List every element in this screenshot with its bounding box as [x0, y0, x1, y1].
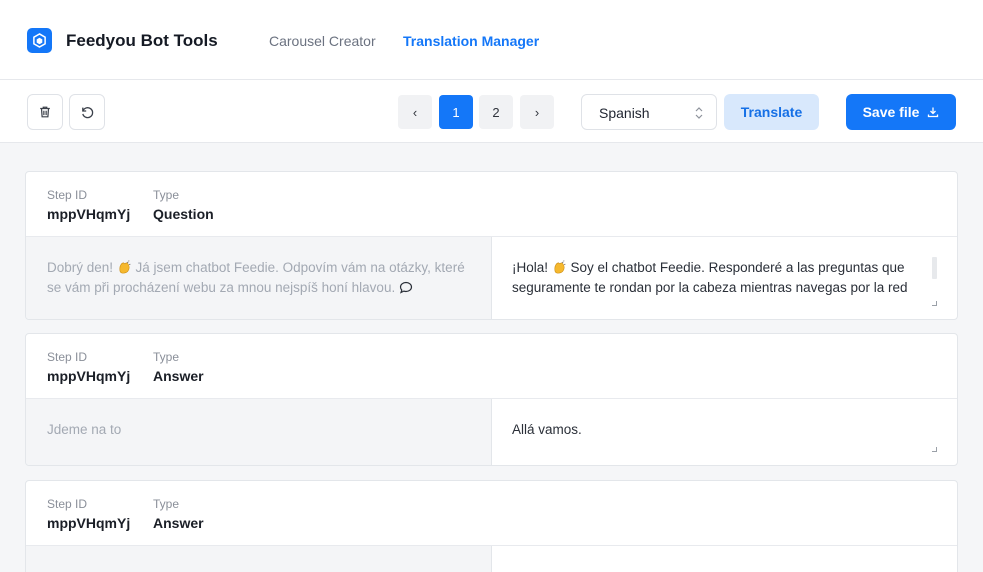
- translation-text-part: Soy el chatbot Feedie. Responderé a las …: [512, 260, 908, 295]
- language-select-value: Spanish: [599, 105, 650, 121]
- type-label: Type: [153, 188, 180, 202]
- step-body: [26, 546, 957, 572]
- step-body: Dobrý den! Já jsem chatbot Feedie. Odpov…: [26, 237, 957, 319]
- nav-translation-manager[interactable]: Translation Manager: [403, 33, 539, 49]
- undo-icon: [81, 106, 93, 118]
- download-icon: [928, 107, 939, 118]
- step-card: Step ID mppVHqmYj Type Answer: [25, 480, 958, 572]
- prev-page-button[interactable]: ‹: [398, 95, 432, 129]
- app-header: Feedyou Bot Tools Carousel Creator Trans…: [0, 0, 983, 80]
- logo-icon[interactable]: [27, 28, 52, 53]
- source-text: [26, 546, 492, 572]
- step-id-value: mppVHqmYj: [47, 368, 131, 384]
- select-arrows-icon: [695, 107, 703, 119]
- step-id-label: Step ID: [47, 188, 88, 202]
- chevron-right-icon: ›: [534, 104, 540, 120]
- page-1-button[interactable]: 1: [439, 95, 473, 129]
- step-id-value: mppVHqmYj: [47, 206, 131, 222]
- translation-text: Allá vamos.: [512, 422, 582, 437]
- step-card: Step ID mppVHqmYj Type Question Dobrý de…: [25, 171, 958, 320]
- translation-textarea[interactable]: Allá vamos.: [492, 399, 957, 465]
- brand-title: Feedyou Bot Tools: [66, 31, 218, 50]
- type-value: Answer: [153, 368, 204, 384]
- translation-text-part: ¡Hola!: [512, 260, 552, 275]
- step-id-label: Step ID: [47, 497, 88, 511]
- translation-textarea[interactable]: ¡Hola! Soy el chatbot Feedie. Responderé…: [492, 237, 957, 319]
- save-file-label: Save file: [862, 104, 920, 120]
- reset-button[interactable]: [69, 94, 105, 130]
- translation-textarea[interactable]: [492, 546, 957, 572]
- trash-icon: [40, 106, 50, 118]
- step-card: Step ID mppVHqmYj Type Answer Jdeme na t…: [25, 333, 958, 466]
- source-text: Jdeme na to: [26, 399, 492, 465]
- resize-handle[interactable]: [932, 301, 937, 306]
- source-text: Dobrý den! Já jsem chatbot Feedie. Odpov…: [26, 237, 492, 319]
- step-header: Step ID mppVHqmYj Type Question: [26, 172, 957, 237]
- resize-handle[interactable]: [932, 447, 937, 452]
- type-label: Type: [153, 350, 180, 364]
- clap-emoji-icon: [119, 260, 131, 274]
- translate-button[interactable]: Translate: [724, 94, 819, 130]
- nav-carousel-creator[interactable]: Carousel Creator: [269, 33, 376, 49]
- type-value: Question: [153, 206, 214, 222]
- step-body: Jdeme na to Allá vamos.: [26, 399, 957, 465]
- chevron-left-icon: ‹: [412, 104, 418, 120]
- save-file-button[interactable]: Save file: [846, 94, 956, 130]
- toolbar: ‹ 1 2 › Spanish Translate Save file: [0, 80, 983, 143]
- source-text-part: Dobrý den!: [47, 260, 117, 275]
- step-header: Step ID mppVHqmYj Type Answer: [26, 481, 957, 546]
- language-select[interactable]: Spanish: [581, 94, 717, 130]
- delete-button[interactable]: [27, 94, 63, 130]
- speech-bubble-icon: [399, 281, 413, 294]
- next-page-button[interactable]: ›: [520, 95, 554, 129]
- step-id-label: Step ID: [47, 350, 88, 364]
- step-header: Step ID mppVHqmYj Type Answer: [26, 334, 957, 399]
- type-label: Type: [153, 497, 180, 511]
- textarea-scrollbar[interactable]: [932, 257, 937, 279]
- clap-emoji-icon: [554, 260, 566, 274]
- page-2-button[interactable]: 2: [479, 95, 513, 129]
- step-id-value: mppVHqmYj: [47, 515, 131, 531]
- type-value: Answer: [153, 515, 204, 531]
